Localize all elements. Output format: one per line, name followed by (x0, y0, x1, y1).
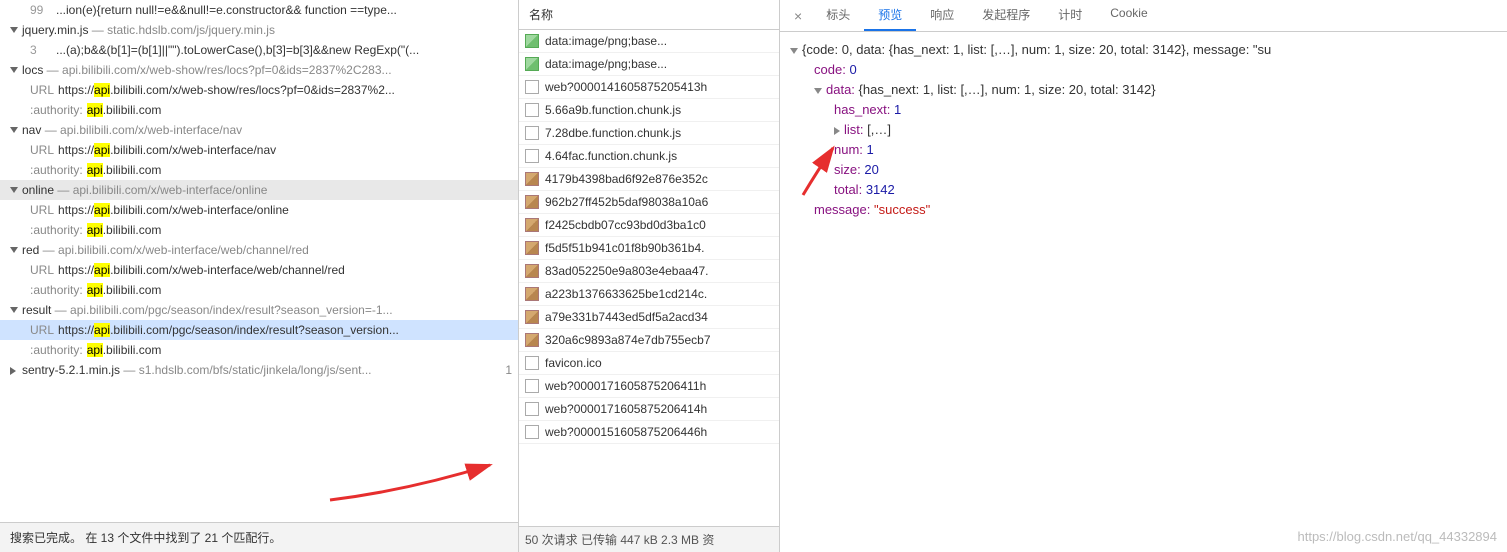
document-icon (525, 425, 539, 439)
request-row[interactable]: web?0000171605875206411h (519, 375, 779, 398)
chevron-down-icon[interactable] (10, 187, 18, 193)
document-icon (525, 103, 539, 117)
request-row[interactable]: favicon.ico (519, 352, 779, 375)
request-row[interactable]: 962b27ff452b5daf98038a10a6 (519, 191, 779, 214)
network-summary: 50 次请求 已传输 447 kB 2.3 MB 资 (519, 526, 779, 552)
request-row[interactable]: data:image/png;base... (519, 30, 779, 53)
document-icon (525, 356, 539, 370)
response-panel: × 标头预览响应发起程序计时Cookie {code: 0, data: {ha… (780, 0, 1507, 552)
column-header-name[interactable]: 名称 (519, 0, 779, 30)
document-icon (525, 379, 539, 393)
search-result-file[interactable]: sentry-5.2.1.min.js — s1.hdslb.com/bfs/s… (0, 360, 518, 380)
image-icon (525, 264, 539, 278)
search-result-match[interactable]: URLhttps://api.bilibili.com/x/web-interf… (0, 260, 518, 280)
tab-response[interactable]: 响应 (916, 0, 968, 31)
image-icon (525, 57, 539, 71)
chevron-down-icon[interactable] (10, 67, 18, 73)
image-icon (525, 241, 539, 255)
image-icon (525, 218, 539, 232)
search-results-list: 99...ion(e){return null!=e&&null!=e.cons… (0, 0, 518, 522)
search-result-file[interactable]: online — api.bilibili.com/x/web-interfac… (0, 180, 518, 200)
chevron-down-icon[interactable] (10, 307, 18, 313)
search-result-match[interactable]: :authority:api.bilibili.com (0, 220, 518, 240)
request-row[interactable]: 4179b4398bad6f92e876e352c (519, 168, 779, 191)
request-row[interactable]: 320a6c9893a874e7db755ecb7 (519, 329, 779, 352)
search-result-match[interactable]: :authority:api.bilibili.com (0, 160, 518, 180)
search-result-line[interactable]: 99...ion(e){return null!=e&&null!=e.cons… (0, 0, 518, 20)
document-icon (525, 149, 539, 163)
request-row[interactable]: web?0000171605875206414h (519, 398, 779, 421)
close-icon[interactable]: × (784, 8, 812, 24)
request-row[interactable]: 83ad052250e9a803e4ebaa47. (519, 260, 779, 283)
image-icon (525, 310, 539, 324)
tab-cookies[interactable]: Cookie (1096, 0, 1161, 31)
search-result-file[interactable]: locs — api.bilibili.com/x/web-show/res/l… (0, 60, 518, 80)
search-result-match[interactable]: URLhttps://api.bilibili.com/x/web-interf… (0, 140, 518, 160)
request-row[interactable]: 7.28dbe.function.chunk.js (519, 122, 779, 145)
expand-toggle-icon[interactable] (834, 127, 840, 135)
chevron-right-icon[interactable] (10, 367, 16, 375)
search-result-match[interactable]: 3...(a);b&&(b[1]=(b[1]||"").toLowerCase(… (0, 40, 518, 60)
request-row[interactable]: data:image/png;base... (519, 53, 779, 76)
tab-preview[interactable]: 预览 (864, 0, 916, 31)
chevron-down-icon[interactable] (10, 127, 18, 133)
request-row[interactable]: web?0000151605875206446h (519, 421, 779, 444)
watermark: https://blog.csdn.net/qq_44332894 (1298, 529, 1498, 544)
request-row[interactable]: web?0000141605875205413h (519, 76, 779, 99)
expand-toggle-icon[interactable] (814, 88, 822, 94)
search-result-match[interactable]: :authority:api.bilibili.com (0, 340, 518, 360)
tab-initiator[interactable]: 发起程序 (968, 0, 1044, 31)
image-icon (525, 195, 539, 209)
network-requests-panel: 名称 data:image/png;base...data:image/png;… (519, 0, 780, 552)
search-status-bar: 搜索已完成。 在 13 个文件中找到了 21 个匹配行。 (0, 522, 518, 552)
json-preview[interactable]: {code: 0, data: {has_next: 1, list: [,…]… (780, 32, 1507, 552)
request-row[interactable]: 5.66a9b.function.chunk.js (519, 99, 779, 122)
image-icon (525, 34, 539, 48)
search-panel: 99...ion(e){return null!=e&&null!=e.cons… (0, 0, 519, 552)
document-icon (525, 402, 539, 416)
search-result-match[interactable]: URLhttps://api.bilibili.com/x/web-interf… (0, 200, 518, 220)
search-result-match[interactable]: :authority:api.bilibili.com (0, 280, 518, 300)
request-row[interactable]: a79e331b7443ed5df5a2acd34 (519, 306, 779, 329)
image-icon (525, 333, 539, 347)
line-number: 99 (30, 3, 46, 17)
search-result-file[interactable]: red — api.bilibili.com/x/web-interface/w… (0, 240, 518, 260)
tab-timing[interactable]: 计时 (1044, 0, 1096, 31)
search-result-match[interactable]: :authority:api.bilibili.com (0, 100, 518, 120)
request-row[interactable]: f5d5f51b941c01f8b90b361b4. (519, 237, 779, 260)
document-icon (525, 80, 539, 94)
expand-toggle-icon[interactable] (790, 48, 798, 54)
request-list: data:image/png;base...data:image/png;bas… (519, 30, 779, 526)
chevron-down-icon[interactable] (10, 27, 18, 33)
request-row[interactable]: a223b1376633625be1cd214c. (519, 283, 779, 306)
image-icon (525, 172, 539, 186)
response-tabs: × 标头预览响应发起程序计时Cookie (780, 0, 1507, 32)
image-icon (525, 287, 539, 301)
document-icon (525, 126, 539, 140)
request-row[interactable]: 4.64fac.function.chunk.js (519, 145, 779, 168)
request-row[interactable]: f2425cbdb07cc93bd0d3ba1c0 (519, 214, 779, 237)
tab-headers[interactable]: 标头 (812, 0, 864, 31)
search-result-file[interactable]: result — api.bilibili.com/pgc/season/ind… (0, 300, 518, 320)
search-result-file[interactable]: nav — api.bilibili.com/x/web-interface/n… (0, 120, 518, 140)
search-result-match[interactable]: URLhttps://api.bilibili.com/x/web-show/r… (0, 80, 518, 100)
search-result-match[interactable]: URLhttps://api.bilibili.com/pgc/season/i… (0, 320, 518, 340)
search-result-file[interactable]: jquery.min.js — static.hdslb.com/js/jque… (0, 20, 518, 40)
chevron-down-icon[interactable] (10, 247, 18, 253)
